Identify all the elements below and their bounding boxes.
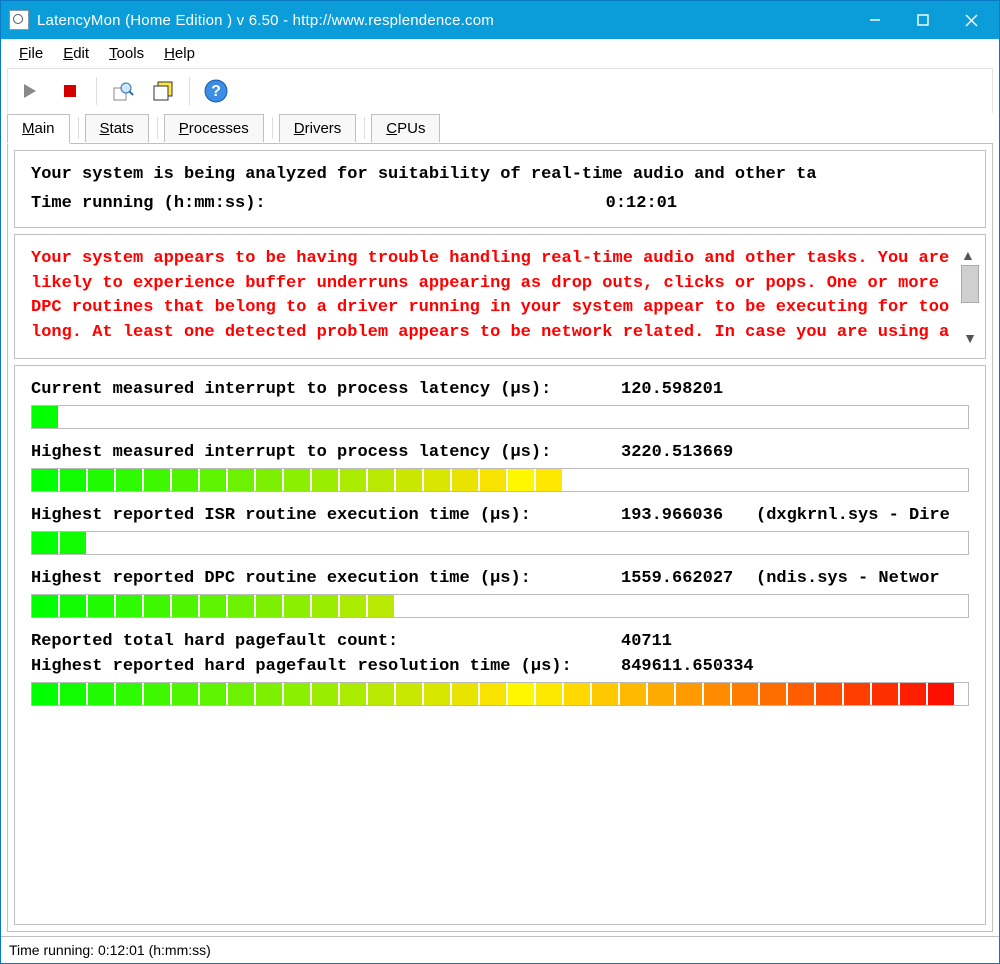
metric-bar <box>31 594 969 618</box>
time-running-value: 0:12:01 <box>606 194 677 213</box>
menu-help[interactable]: Help <box>154 43 205 64</box>
metric-source: (ndis.sys - Networ <box>756 569 969 588</box>
pagefault-time-label: Highest reported hard pagefault resoluti… <box>31 657 621 676</box>
title-bar[interactable]: LatencyMon (Home Edition ) v 6.50 - http… <box>1 1 999 39</box>
windows-tool-icon[interactable] <box>149 77 177 105</box>
summary-panel: Your system is being analyzed for suitab… <box>14 150 986 228</box>
help-button[interactable]: ? <box>202 77 230 105</box>
metric-row: Current measured interrupt to process la… <box>31 380 969 429</box>
pagefault-row: Reported total hard pagefault count:4071… <box>31 632 969 706</box>
tab-stats[interactable]: Stats <box>85 114 149 142</box>
menu-edit[interactable]: Edit <box>53 43 99 64</box>
maximize-button[interactable] <box>899 1 947 39</box>
pagefault-bar <box>31 682 969 706</box>
pagefault-time-value: 849611.650334 <box>621 657 756 676</box>
app-window: LatencyMon (Home Edition ) v 6.50 - http… <box>0 0 1000 964</box>
search-tool-icon[interactable] <box>109 77 137 105</box>
stop-button[interactable] <box>56 77 84 105</box>
start-button[interactable] <box>16 77 44 105</box>
pagefault-count-label: Reported total hard pagefault count: <box>31 632 621 651</box>
metric-row: Highest reported ISR routine execution t… <box>31 506 969 555</box>
metric-label: Highest reported ISR routine execution t… <box>31 506 621 525</box>
metric-bar <box>31 468 969 492</box>
app-icon <box>9 10 29 30</box>
window-title: LatencyMon (Home Edition ) v 6.50 - http… <box>37 12 851 29</box>
warning-scrollbar[interactable]: ▲ ▼ <box>959 247 981 346</box>
time-running-label: Time running (h:mm:ss): <box>31 194 266 213</box>
warning-panel: Your system appears to be having trouble… <box>14 234 986 359</box>
scroll-down-icon[interactable]: ▼ <box>963 330 977 346</box>
metric-row: Highest measured interrupt to process la… <box>31 443 969 492</box>
summary-line: Your system is being analyzed for suitab… <box>31 165 969 184</box>
status-text: Time running: 0:12:01 (h:mm:ss) <box>9 942 211 958</box>
menu-tools[interactable]: Tools <box>99 43 154 64</box>
status-bar: Time running: 0:12:01 (h:mm:ss) <box>1 936 999 963</box>
metric-value: 3220.513669 <box>621 443 756 462</box>
metric-bar <box>31 405 969 429</box>
minimize-button[interactable] <box>851 1 899 39</box>
metric-label: Current measured interrupt to process la… <box>31 380 621 399</box>
pagefault-count-value: 40711 <box>621 632 756 651</box>
metric-bar <box>31 531 969 555</box>
menu-file[interactable]: File <box>9 43 53 64</box>
close-button[interactable] <box>947 1 995 39</box>
client-area: Your system is being analyzed for suitab… <box>7 143 993 932</box>
tab-main[interactable]: Main <box>7 114 70 144</box>
metric-source: (dxgkrnl.sys - Dire <box>756 506 969 525</box>
tab-strip: Main Stats Processes Drivers CPUs <box>1 113 999 143</box>
metrics-panel: Current measured interrupt to process la… <box>14 365 986 925</box>
metric-label: Highest measured interrupt to process la… <box>31 443 621 462</box>
warning-text: Your system appears to be having trouble… <box>31 247 959 346</box>
menu-bar: FileEditToolsHelp <box>1 39 999 67</box>
metric-value: 193.966036 <box>621 506 756 525</box>
metric-value: 1559.662027 <box>621 569 756 588</box>
tab-processes[interactable]: Processes <box>164 114 264 142</box>
metric-label: Highest reported DPC routine execution t… <box>31 569 621 588</box>
scroll-thumb[interactable] <box>961 265 979 303</box>
tab-drivers[interactable]: Drivers <box>279 114 357 142</box>
metric-value: 120.598201 <box>621 380 756 399</box>
svg-text:?: ? <box>211 83 221 100</box>
scroll-up-icon[interactable]: ▲ <box>961 247 979 263</box>
metric-row: Highest reported DPC routine execution t… <box>31 569 969 618</box>
toolbar: ? <box>7 68 993 113</box>
tab-cpus[interactable]: CPUs <box>371 114 440 142</box>
